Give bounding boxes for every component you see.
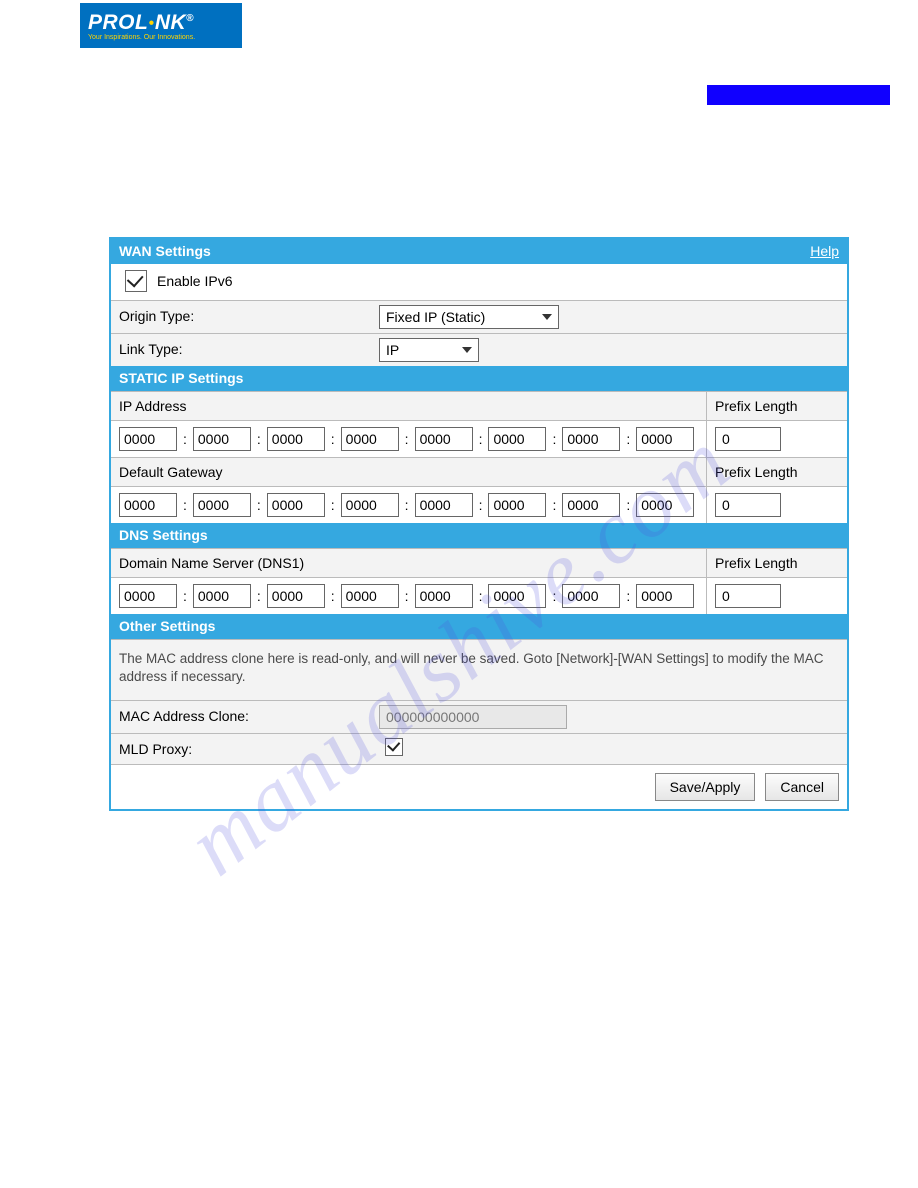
wan-settings-panel: WAN Settings Help Enable IPv6 Origin Typ… — [109, 237, 849, 811]
ip-octet-4[interactable]: 0000 — [341, 427, 399, 451]
check-icon — [127, 270, 144, 287]
chevron-down-icon — [462, 347, 472, 353]
gw-octet-5[interactable]: 0000 — [415, 493, 473, 517]
brand-name: PROL●NK® — [88, 9, 234, 33]
dns-header: DNS Settings — [111, 523, 847, 548]
dns1-inputs: 0000: 0000: 0000: 0000: 0000: 0000: 0000… — [119, 584, 698, 608]
dns1-label: Domain Name Server (DNS1) — [111, 549, 707, 577]
ip-octet-7[interactable]: 0000 — [562, 427, 620, 451]
mld-proxy-checkbox[interactable] — [385, 738, 403, 756]
gateway-label-row: Default Gateway Prefix Length — [111, 457, 847, 486]
dns1-octet-6[interactable]: 0000 — [488, 584, 546, 608]
gw-octet-8[interactable]: 0000 — [636, 493, 694, 517]
link-type-label: Link Type: — [111, 334, 371, 366]
mac-clone-label: MAC Address Clone: — [111, 701, 371, 733]
edition-bar — [707, 85, 890, 105]
ip-address-input-row: 0000: 0000: 0000: 0000: 0000: 0000: 0000… — [111, 420, 847, 457]
button-bar: Save/Apply Cancel — [111, 764, 847, 809]
origin-type-label: Origin Type: — [111, 301, 371, 333]
ip-address-inputs: 0000: 0000: 0000: 0000: 0000: 0000: 0000… — [119, 427, 698, 451]
static-ip-header: STATIC IP Settings — [111, 366, 847, 391]
ip-prefix-input[interactable]: 0 — [715, 427, 781, 451]
cancel-button[interactable]: Cancel — [765, 773, 839, 801]
gw-prefix-input[interactable]: 0 — [715, 493, 781, 517]
brand-tagline: Your Inspirations. Our Innovations. — [88, 34, 234, 41]
dns1-octet-3[interactable]: 0000 — [267, 584, 325, 608]
ip-octet-5[interactable]: 0000 — [415, 427, 473, 451]
origin-type-row: Origin Type: Fixed IP (Static) — [111, 300, 847, 333]
chevron-down-icon — [542, 314, 552, 320]
enable-ipv6-row: Enable IPv6 — [111, 264, 847, 300]
gw-octet-4[interactable]: 0000 — [341, 493, 399, 517]
dns1-octet-8[interactable]: 0000 — [636, 584, 694, 608]
dns1-octet-4[interactable]: 0000 — [341, 584, 399, 608]
help-link[interactable]: Help — [810, 243, 839, 259]
dns1-octet-7[interactable]: 0000 — [562, 584, 620, 608]
link-type-select[interactable]: IP — [379, 338, 479, 362]
ip-octet-2[interactable]: 0000 — [193, 427, 251, 451]
ip-address-label-row: IP Address Prefix Length — [111, 391, 847, 420]
gateway-inputs: 0000: 0000: 0000: 0000: 0000: 0000: 0000… — [119, 493, 698, 517]
dns1-prefix-input[interactable]: 0 — [715, 584, 781, 608]
gateway-input-row: 0000: 0000: 0000: 0000: 0000: 0000: 0000… — [111, 486, 847, 523]
dns1-octet-5[interactable]: 0000 — [415, 584, 473, 608]
ip-octet-6[interactable]: 0000 — [488, 427, 546, 451]
dns1-octet-2[interactable]: 0000 — [193, 584, 251, 608]
mac-clone-input: 000000000000 — [379, 705, 567, 729]
prefix-length-label: Prefix Length — [707, 392, 847, 420]
gw-octet-7[interactable]: 0000 — [562, 493, 620, 517]
panel-title: WAN Settings — [119, 243, 211, 259]
mac-clone-row: MAC Address Clone: 000000000000 — [111, 700, 847, 733]
gw-octet-6[interactable]: 0000 — [488, 493, 546, 517]
ip-octet-1[interactable]: 0000 — [119, 427, 177, 451]
origin-type-value: Fixed IP (Static) — [386, 309, 485, 325]
link-type-value: IP — [386, 342, 399, 358]
link-type-row: Link Type: IP — [111, 333, 847, 366]
gw-octet-1[interactable]: 0000 — [119, 493, 177, 517]
ip-octet-8[interactable]: 0000 — [636, 427, 694, 451]
enable-ipv6-checkbox[interactable] — [125, 270, 147, 292]
panel-header: WAN Settings Help — [111, 239, 847, 264]
enable-ipv6-label: Enable IPv6 — [157, 273, 233, 289]
gw-octet-3[interactable]: 0000 — [267, 493, 325, 517]
mac-note: The MAC address clone here is read-only,… — [111, 639, 847, 700]
ip-octet-3[interactable]: 0000 — [267, 427, 325, 451]
gateway-label: Default Gateway — [111, 458, 707, 486]
save-apply-button[interactable]: Save/Apply — [655, 773, 756, 801]
mld-proxy-label: MLD Proxy: — [111, 734, 371, 764]
other-header: Other Settings — [111, 614, 847, 639]
dns1-prefix-label: Prefix Length — [707, 549, 847, 577]
gw-prefix-length-label: Prefix Length — [707, 458, 847, 486]
brand-logo: PROL●NK® Your Inspirations. Our Innovati… — [80, 3, 242, 48]
dns1-input-row: 0000: 0000: 0000: 0000: 0000: 0000: 0000… — [111, 577, 847, 614]
mld-proxy-row: MLD Proxy: — [111, 733, 847, 764]
check-icon — [387, 739, 400, 753]
ip-address-label: IP Address — [111, 392, 707, 420]
gw-octet-2[interactable]: 0000 — [193, 493, 251, 517]
dns1-octet-1[interactable]: 0000 — [119, 584, 177, 608]
dns1-label-row: Domain Name Server (DNS1) Prefix Length — [111, 548, 847, 577]
origin-type-select[interactable]: Fixed IP (Static) — [379, 305, 559, 329]
